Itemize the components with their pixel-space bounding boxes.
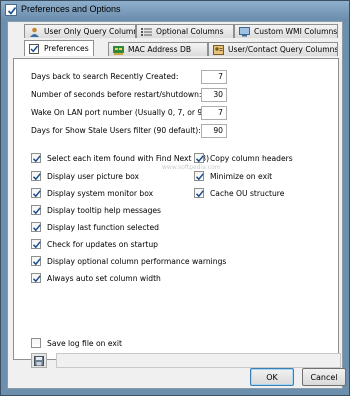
- checkbox-label: Display tooltip help messages: [47, 205, 162, 215]
- stale-days-input[interactable]: 90: [201, 124, 227, 138]
- field-label: Days back to search Recently Created:: [31, 72, 179, 81]
- checked-icon: [31, 188, 41, 198]
- checkbox-label: Check for updates on startup: [47, 239, 158, 249]
- checked-icon: [194, 188, 204, 198]
- checked-icon: [194, 153, 204, 163]
- checked-icon: [194, 171, 204, 181]
- unchecked-box-icon: [31, 338, 41, 348]
- tab-optional-columns[interactable]: Optional Columns: [136, 24, 234, 38]
- checkbox-label: Always auto set column width: [47, 273, 161, 283]
- checkbox-label: Save log file on exit: [47, 338, 123, 348]
- checkbox-cache-ou[interactable]: Cache OU structure: [194, 187, 284, 199]
- tab-label: Preferences: [44, 44, 89, 53]
- network-card-icon: [113, 45, 124, 55]
- checked-icon: [31, 205, 41, 215]
- checked-icon: [31, 273, 41, 283]
- tab-user-contact-query-columns[interactable]: User/Contact Query Columns: [208, 42, 338, 56]
- cancel-button[interactable]: Cancel: [302, 368, 346, 386]
- browse-log-button[interactable]: [31, 353, 47, 368]
- checkbox-label: Display user picture box: [47, 171, 140, 181]
- checkbox-performance-warnings[interactable]: Display optional column performance warn…: [31, 255, 226, 267]
- tab-mac-address-db[interactable]: MAC Address DB: [108, 42, 208, 56]
- checkbox-label: Display optional column performance warn…: [47, 256, 227, 266]
- checkbox-system-monitor[interactable]: Display system monitor box: [31, 187, 153, 199]
- checkbox-tooltip-help[interactable]: Display tooltip help messages: [31, 204, 161, 216]
- checked-icon: [31, 153, 41, 163]
- restart-seconds-input[interactable]: 30: [201, 88, 227, 102]
- field-label: Number of seconds before restart/shutdow…: [31, 90, 202, 99]
- dialog-client: User Only Query Columns Optional Columns…: [7, 21, 346, 389]
- tab-user-only-query-columns[interactable]: User Only Query Columns: [24, 24, 136, 38]
- app-checkbox-icon: [5, 4, 17, 16]
- checkbox-check-updates[interactable]: Check for updates on startup: [31, 238, 158, 250]
- checkbox-user-picture[interactable]: Display user picture box: [31, 170, 139, 182]
- checkbox-label: Display last function selected: [47, 222, 160, 232]
- tab-label: Custom WMI Columns: [254, 27, 338, 36]
- preferences-window: Preferences and Options User Only Query …: [0, 0, 350, 396]
- field-label: Days for Show Stale Users filter (90 def…: [31, 126, 201, 135]
- checked-icon: [31, 239, 41, 249]
- tab-label: MAC Address DB: [128, 45, 192, 54]
- tab-custom-wmi-columns[interactable]: Custom WMI Columns: [234, 24, 338, 38]
- checkbox-copy-headers[interactable]: Copy column headers: [194, 152, 293, 164]
- checked-icon: [31, 222, 41, 232]
- user-icon: [29, 27, 40, 37]
- checkbox-last-function[interactable]: Display last function selected: [31, 221, 159, 233]
- checkbox-minimize-exit[interactable]: Minimize on exit: [194, 170, 272, 182]
- checkbox-label: Cache OU structure: [210, 188, 285, 198]
- checked-icon: [31, 171, 41, 181]
- checkbox-label: Select each item found with Find Next (F…: [47, 153, 210, 163]
- floppy-disk-icon: [34, 356, 44, 366]
- field-label: Wake On LAN port number (Usually 0, 7, o…: [31, 108, 208, 117]
- checkbox-find-next[interactable]: Select each item found with Find Next (F…: [31, 152, 209, 164]
- tab-label: User/Contact Query Columns: [228, 45, 338, 54]
- checkbox-icon: [29, 43, 40, 54]
- list-icon: [141, 27, 152, 37]
- checkbox-label: Copy column headers: [210, 153, 293, 163]
- checkbox-auto-column-width[interactable]: Always auto set column width: [31, 272, 161, 284]
- wmi-icon: [239, 26, 250, 37]
- log-path-field[interactable]: [56, 353, 341, 368]
- preferences-panel: Days back to search Recently Created: 7 …: [13, 58, 341, 368]
- contact-icon: [213, 44, 224, 55]
- checkbox-label: Minimize on exit: [210, 171, 273, 181]
- checkbox-label: Display system monitor box: [47, 188, 154, 198]
- recent-days-input[interactable]: 7: [201, 70, 227, 84]
- window-title: Preferences and Options: [21, 4, 121, 14]
- tab-label: User Only Query Columns: [44, 27, 136, 36]
- checked-icon: [31, 256, 41, 266]
- tab-preferences[interactable]: Preferences: [24, 40, 94, 56]
- tab-label: Optional Columns: [156, 27, 224, 36]
- checkbox-save-log[interactable]: Save log file on exit: [31, 337, 122, 349]
- wol-port-input[interactable]: 7: [201, 106, 227, 120]
- title-bar[interactable]: Preferences and Options: [1, 1, 349, 19]
- ok-button[interactable]: OK: [250, 368, 294, 386]
